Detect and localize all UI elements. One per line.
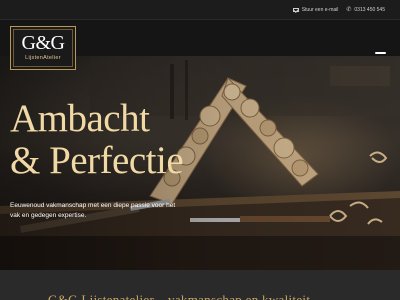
phone-icon: ✆ — [346, 6, 352, 13]
email-label: Stuur een e-mail — [301, 6, 339, 13]
hero-title-line2: & Perfectie — [10, 139, 184, 182]
envelope-icon — [292, 7, 299, 12]
top-contact-bar: Stuur een e-mail ✆ 0313 450 545 — [0, 0, 400, 20]
site-header: G&G LijstenAtelier — [0, 20, 400, 70]
hero-title-line1: Ambacht — [10, 97, 150, 140]
email-link[interactable]: Stuur een e-mail — [292, 6, 339, 13]
hero-section: Ambacht & Perfectie Eeuwenoud vakmanscha… — [0, 56, 400, 270]
phone-link[interactable]: ✆ 0313 450 545 — [346, 7, 385, 13]
logo-frame — [13, 29, 73, 67]
phone-number: 0313 450 545 — [354, 6, 385, 13]
intro-heading: G&G Lijstenatelier – vakmanschap en kwal… — [48, 292, 311, 300]
intro-band: G&G Lijstenatelier – vakmanschap en kwal… — [0, 270, 400, 300]
hero-title: Ambacht & Perfectie — [10, 97, 184, 182]
hero-description: Eeuwenoud vakmanschap met een diepe pass… — [10, 202, 176, 219]
site-logo[interactable]: G&G LijstenAtelier — [10, 26, 76, 70]
